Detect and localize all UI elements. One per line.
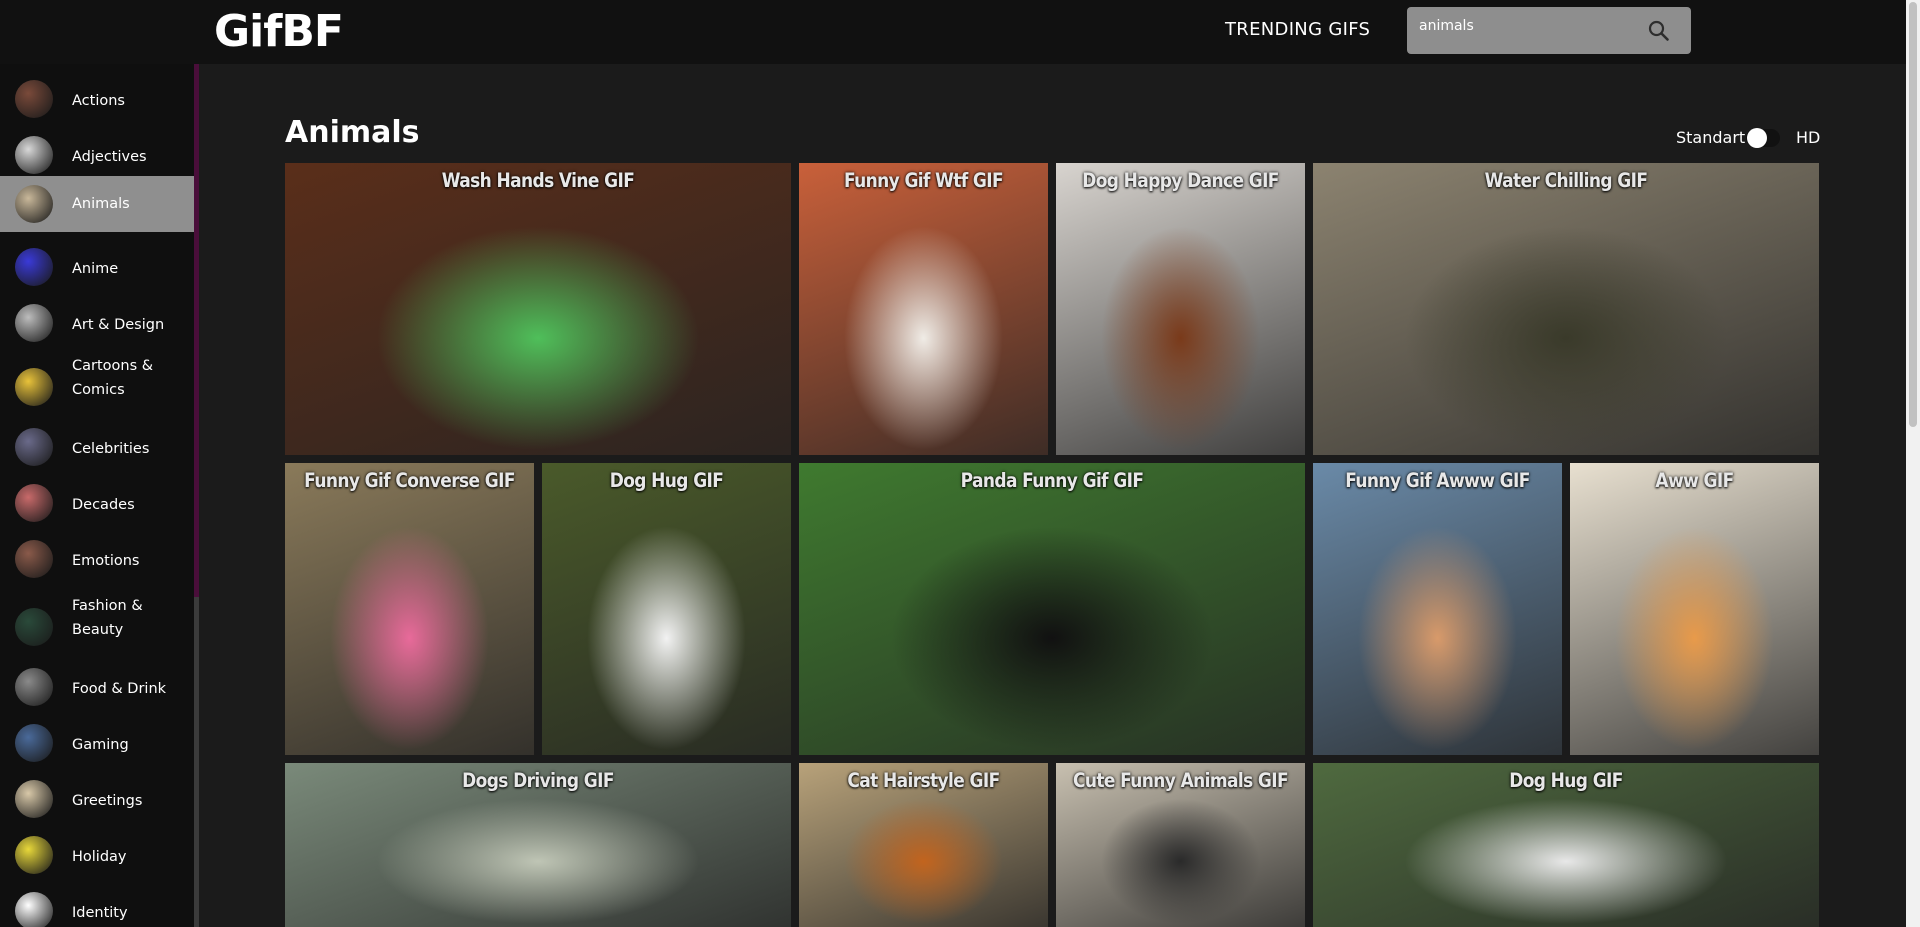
gif-tile[interactable]: Cute Funny Animals GIF — [1056, 763, 1305, 927]
gif-tile[interactable]: Aww GIF — [1570, 463, 1819, 755]
gif-title: Dogs Driving GIF — [462, 769, 614, 793]
sidebar-item-label: Decades — [72, 497, 135, 513]
sidebar-item-label: Art & Design — [72, 317, 165, 333]
sidebar-scrollbar-thumb[interactable] — [194, 597, 199, 927]
category-thumbnail — [15, 540, 53, 578]
gif-image — [799, 463, 1305, 755]
search-input[interactable] — [1417, 13, 1641, 39]
gif-tile[interactable]: Cat Hairstyle GIF — [799, 763, 1048, 927]
sidebar-item-cartoons-comics[interactable]: Cartoons & Comics — [0, 354, 194, 414]
gif-tile[interactable]: Funny Gif Awww GIF — [1313, 463, 1562, 755]
category-thumbnail — [15, 836, 53, 874]
gif-image — [1056, 163, 1305, 455]
sidebar-item-gaming[interactable]: Gaming — [0, 724, 194, 768]
sidebar-item-fashion-beauty[interactable]: Fashion & Beauty — [0, 594, 194, 654]
sidebar-item-anime[interactable]: Anime — [0, 248, 194, 292]
category-thumbnail — [15, 668, 53, 706]
sidebar-item-decades[interactable]: Decades — [0, 484, 194, 528]
page-scrollbar-thumb[interactable] — [1909, 2, 1917, 427]
category-sidebar: Actions Adjectives Animals Anime Art & Desig… — [0, 64, 194, 927]
page-title: Animals — [285, 115, 420, 150]
gif-image — [1313, 463, 1562, 755]
gif-title: Dog Hug GIF — [609, 469, 724, 493]
search-icon — [1648, 20, 1669, 41]
gif-title: Dog Hug GIF — [1509, 769, 1623, 793]
gif-title: Dog Happy Dance GIF — [1082, 169, 1279, 193]
category-thumbnail — [15, 484, 53, 522]
sidebar-item-food-drink[interactable]: Food & Drink — [0, 668, 194, 712]
gif-tile[interactable]: Dog Hug GIF — [542, 463, 791, 755]
gif-title: Water Chilling GIF — [1484, 169, 1648, 193]
site-logo[interactable]: GifBF — [214, 8, 344, 56]
gif-title: Funny Gif Awww GIF — [1345, 469, 1530, 493]
sidebar-item-label: Food & Drink — [72, 681, 167, 697]
sidebar-item-label: Identity — [72, 905, 128, 921]
category-thumbnail — [15, 304, 53, 342]
sidebar-item-label: Fashion & Beauty — [72, 598, 143, 638]
sidebar-item-holiday[interactable]: Holiday — [0, 836, 194, 880]
sidebar-item-greetings[interactable]: Greetings — [0, 780, 194, 824]
gif-tile[interactable]: Dog Happy Dance GIF — [1056, 163, 1305, 455]
category-thumbnail — [15, 248, 53, 286]
sidebar-item-label: Animals — [72, 196, 130, 212]
category-thumbnail — [15, 724, 53, 762]
sidebar-item-label: Anime — [72, 261, 119, 277]
sidebar-item-label: Emotions — [72, 553, 140, 569]
standard-quality-label: Standart — [1676, 128, 1746, 147]
gif-image — [1313, 163, 1819, 455]
sidebar-item-label: Adjectives — [72, 149, 147, 165]
quality-switch[interactable] — [1746, 128, 1780, 148]
sidebar-item-label: Celebrities — [72, 441, 150, 457]
gif-title: Funny Gif Converse GIF — [304, 469, 515, 493]
gif-image — [285, 163, 791, 455]
gif-tile[interactable]: Wash Hands Vine GIF — [285, 163, 791, 455]
sidebar-item-label: Holiday — [72, 849, 127, 865]
gif-title: Aww GIF — [1655, 469, 1734, 493]
gif-tile[interactable]: Funny Gif Converse GIF — [285, 463, 534, 755]
gif-title: Funny Gif Wtf GIF — [843, 169, 1004, 193]
gif-tile[interactable]: Dogs Driving GIF — [285, 763, 791, 927]
gif-image — [1570, 463, 1819, 755]
category-thumbnail — [15, 892, 53, 927]
sidebar-item-emotions[interactable]: Emotions — [0, 540, 194, 584]
gif-tile[interactable]: Funny Gif Wtf GIF — [799, 163, 1048, 455]
sidebar-item-identity[interactable]: Identity — [0, 892, 194, 927]
trending-gifs-link[interactable]: TRENDING GIFS — [1225, 18, 1370, 42]
gif-tile[interactable]: Panda Funny Gif GIF — [799, 463, 1305, 755]
gif-tile[interactable]: Water Chilling GIF — [1313, 163, 1819, 455]
category-thumbnail — [15, 780, 53, 818]
quality-switch-knob — [1747, 128, 1767, 148]
gif-tile[interactable]: Dog Hug GIF — [1313, 763, 1819, 927]
gif-title: Wash Hands Vine GIF — [441, 169, 635, 193]
gif-image — [542, 463, 791, 755]
sidebar-item-label: Gaming — [72, 737, 129, 753]
sidebar-item-animals[interactable]: Animals — [0, 176, 194, 232]
gif-image — [799, 163, 1048, 455]
sidebar-item-adjectives[interactable]: Adjectives — [0, 136, 194, 180]
search-box — [1407, 7, 1691, 54]
category-thumbnail — [15, 368, 53, 406]
sidebar-item-label: Greetings — [72, 793, 143, 809]
category-thumbnail — [15, 185, 53, 223]
gif-title: Panda Funny Gif GIF — [960, 469, 1144, 493]
sidebar-item-art-design[interactable]: Art & Design — [0, 304, 194, 348]
category-thumbnail — [15, 136, 53, 174]
sidebar-accent-bar — [194, 64, 199, 597]
sidebar-item-celebrities[interactable]: Celebrities — [0, 428, 194, 472]
search-button[interactable] — [1645, 17, 1673, 45]
gif-title: Cat Hairstyle GIF — [847, 769, 1000, 793]
gif-image — [285, 463, 534, 755]
category-thumbnail — [15, 428, 53, 466]
gif-title: Cute Funny Animals GIF — [1072, 769, 1289, 793]
hd-quality-label: HD — [1796, 128, 1821, 147]
sidebar-item-actions[interactable]: Actions — [0, 80, 194, 124]
category-thumbnail — [15, 80, 53, 118]
category-thumbnail — [15, 608, 53, 646]
top-header: GifBF TRENDING GIFS — [0, 0, 1906, 64]
sidebar-item-label: Cartoons & Comics — [72, 358, 154, 398]
sidebar-item-label: Actions — [72, 93, 125, 109]
